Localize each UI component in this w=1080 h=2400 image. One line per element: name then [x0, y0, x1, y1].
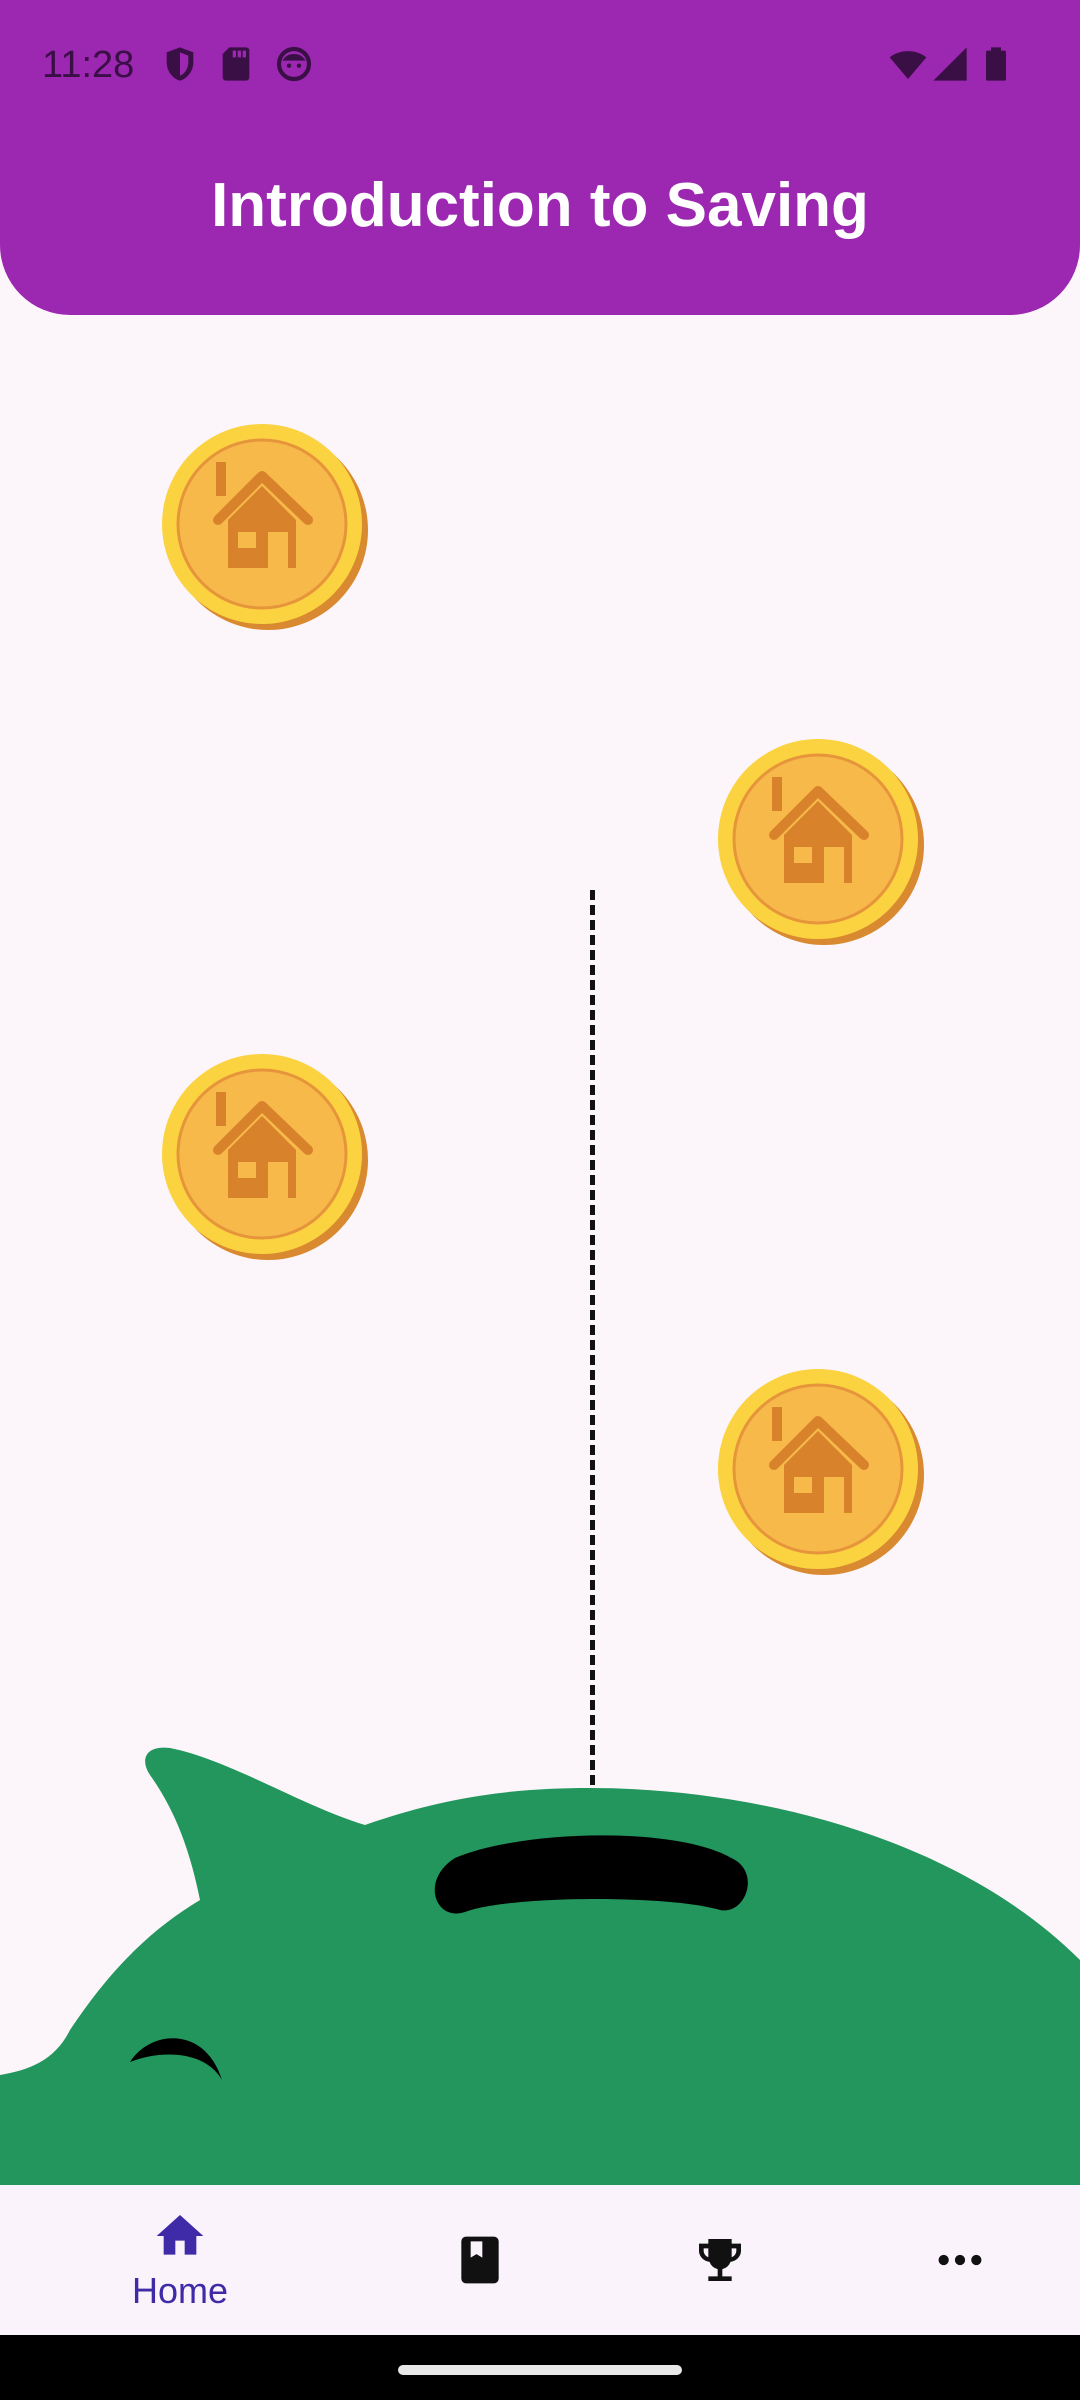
system-gesture-bar [0, 2335, 1080, 2400]
app-header: 11:28 Introduction to Saving [0, 0, 1080, 315]
more-icon [938, 2254, 982, 2266]
page-title: Introduction to Saving [211, 171, 869, 240]
piggy-bank-illustration [0, 1700, 1080, 2185]
drop-path-line [590, 890, 595, 1785]
status-time: 11:28 [42, 44, 135, 86]
face-icon [276, 46, 312, 82]
house-icon [714, 735, 924, 945]
lesson-coin-button[interactable] [714, 735, 924, 945]
lesson-coin-button[interactable] [158, 420, 368, 630]
home-gesture-handle[interactable] [398, 2365, 682, 2375]
nav-more-tab[interactable] [840, 2185, 1080, 2335]
nav-achievements-tab[interactable] [600, 2185, 840, 2335]
bottom-navigation: Home [0, 2185, 1080, 2335]
book-icon [461, 2236, 499, 2284]
lesson-coin-button[interactable] [158, 1050, 368, 1260]
house-icon [714, 1365, 924, 1575]
shield-icon [166, 47, 194, 81]
signal-icon [933, 47, 967, 81]
house-icon [158, 1050, 368, 1260]
nav-home-tab[interactable]: Home [60, 2185, 300, 2335]
house-icon [158, 420, 368, 630]
sd-card-icon [222, 47, 250, 81]
nav-home-label: Home [131, 2270, 229, 2311]
lesson-coin-button[interactable] [714, 1365, 924, 1575]
status-bar: 11:28 [0, 0, 1080, 130]
wifi-icon [889, 51, 927, 79]
nav-lessons-tab[interactable] [360, 2185, 600, 2335]
battery-icon [986, 47, 1006, 81]
trophy-icon [699, 2239, 741, 2281]
home-icon [156, 2215, 204, 2255]
